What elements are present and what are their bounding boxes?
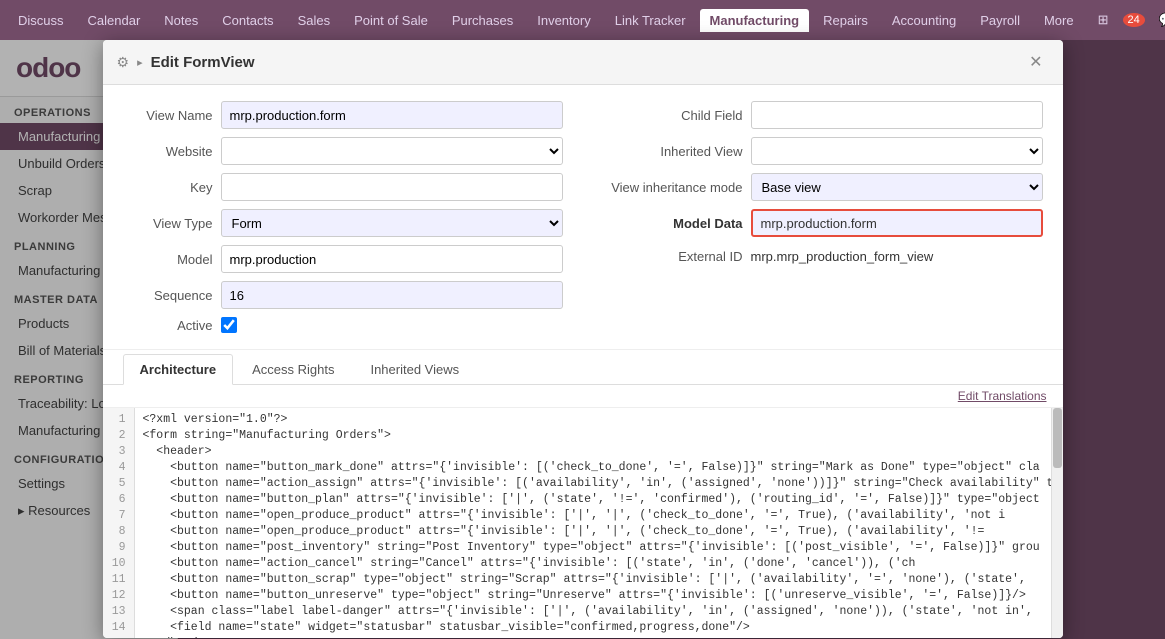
view-name-row: View Name <box>123 101 563 129</box>
nav-item-repairs[interactable]: Repairs <box>813 9 878 32</box>
gear-icon: ⚙ <box>117 54 130 71</box>
nav-item-sales[interactable]: Sales <box>288 9 341 32</box>
edit-formview-dialog: ⚙ ▸ Edit FormView ✕ View Name Website <box>103 40 1063 638</box>
tabs-area: Architecture Access Rights Inherited Vie… <box>103 350 1063 385</box>
external-id-label: External ID <box>603 249 743 264</box>
view-inheritance-select[interactable]: Base view <box>751 173 1043 201</box>
edit-translations-bar: Edit Translations <box>103 385 1063 408</box>
tab-inherited-views[interactable]: Inherited Views <box>353 354 476 384</box>
nav-item-inventory[interactable]: Inventory <box>527 9 600 32</box>
nav-item-linktracker[interactable]: Link Tracker <box>605 9 696 32</box>
external-id-row: External ID mrp.mrp_production_form_view <box>603 245 1043 268</box>
tab-access-rights[interactable]: Access Rights <box>235 354 351 384</box>
view-name-input[interactable] <box>221 101 563 129</box>
child-field-input[interactable] <box>751 101 1043 129</box>
line-numbers: 12345 678910 1112131415 16 <box>103 408 135 638</box>
nav-item-notes[interactable]: Notes <box>154 9 208 32</box>
nav-item-discuss[interactable]: Discuss <box>8 9 74 32</box>
inherited-view-label: Inherited View <box>603 144 743 159</box>
inherited-view-select[interactable] <box>751 137 1043 165</box>
main-layout: odoo Operations Manufacturing Orders Unb… <box>0 40 1165 639</box>
model-label: Model <box>123 252 213 267</box>
sequence-row: Sequence <box>123 281 563 309</box>
key-input[interactable] <box>221 173 563 201</box>
nav-item-manufacturing[interactable]: Manufacturing <box>700 9 810 32</box>
website-row: Website <box>123 137 563 165</box>
website-select[interactable] <box>221 137 563 165</box>
edit-translations-link[interactable]: Edit Translations <box>958 389 1047 403</box>
breadcrumb-arrow: ▸ <box>137 56 143 69</box>
view-type-row: View Type Form <box>123 209 563 237</box>
code-area-wrapper: Edit Translations 12345 678910 111213141… <box>103 385 1063 638</box>
nav-right: ⊞ 24 💬 ⚙ ▾ 👤 <box>1092 0 1165 40</box>
form-left-col: View Name Website Key <box>123 101 563 333</box>
nav-item-payroll[interactable]: Payroll <box>970 9 1030 32</box>
chat-icon[interactable]: 💬 <box>1153 8 1165 32</box>
model-input[interactable] <box>221 245 563 273</box>
child-field-row: Child Field <box>603 101 1043 129</box>
nav-item-more[interactable]: More <box>1034 9 1084 32</box>
nav-item-contacts[interactable]: Contacts <box>212 9 283 32</box>
apps-count: 24 <box>1123 13 1145 27</box>
nav-item-pos[interactable]: Point of Sale <box>344 9 438 32</box>
nav-item-calendar[interactable]: Calendar <box>78 9 151 32</box>
active-checkbox[interactable] <box>221 317 237 333</box>
top-nav: Discuss Calendar Notes Contacts Sales Po… <box>0 0 1165 40</box>
model-data-value: mrp.production.form <box>751 209 1043 237</box>
view-name-label: View Name <box>123 108 213 123</box>
code-area[interactable]: 12345 678910 1112131415 16 <?xml version… <box>103 408 1063 638</box>
close-button[interactable]: ✕ <box>1023 50 1048 74</box>
dialog-overlay: ⚙ ▸ Edit FormView ✕ View Name Website <box>0 40 1165 639</box>
active-label: Active <box>123 318 213 333</box>
child-field-label: Child Field <box>603 108 743 123</box>
external-id-value: mrp.mrp_production_form_view <box>751 245 1043 268</box>
scrollbar-thumb <box>1053 408 1062 468</box>
website-label: Website <box>123 144 213 159</box>
apps-icon[interactable]: ⊞ <box>1092 8 1115 32</box>
nav-item-accounting[interactable]: Accounting <box>882 9 966 32</box>
view-inheritance-label: View inheritance mode <box>603 180 743 195</box>
sequence-input[interactable] <box>221 281 563 309</box>
inherited-view-row: Inherited View <box>603 137 1043 165</box>
active-row: Active <box>123 317 563 333</box>
key-label: Key <box>123 180 213 195</box>
model-data-row: Model Data mrp.production.form <box>603 209 1043 237</box>
dialog-header: ⚙ ▸ Edit FormView ✕ <box>103 40 1063 85</box>
form-right-col: Child Field Inherited View View inherita… <box>603 101 1043 333</box>
key-row: Key <box>123 173 563 201</box>
dialog-title: Edit FormView <box>151 54 1016 71</box>
code-content: <?xml version="1.0"?><form string="Manuf… <box>135 408 1051 638</box>
scrollbar[interactable] <box>1051 408 1063 638</box>
model-row: Model <box>123 245 563 273</box>
model-data-label: Model Data <box>603 216 743 231</box>
view-inheritance-row: View inheritance mode Base view <box>603 173 1043 201</box>
view-type-select[interactable]: Form <box>221 209 563 237</box>
view-type-label: View Type <box>123 216 213 231</box>
tab-architecture[interactable]: Architecture <box>123 354 234 385</box>
dialog-body: View Name Website Key <box>103 85 1063 638</box>
nav-item-purchases[interactable]: Purchases <box>442 9 523 32</box>
form-fields-area: View Name Website Key <box>103 85 1063 350</box>
sequence-label: Sequence <box>123 288 213 303</box>
